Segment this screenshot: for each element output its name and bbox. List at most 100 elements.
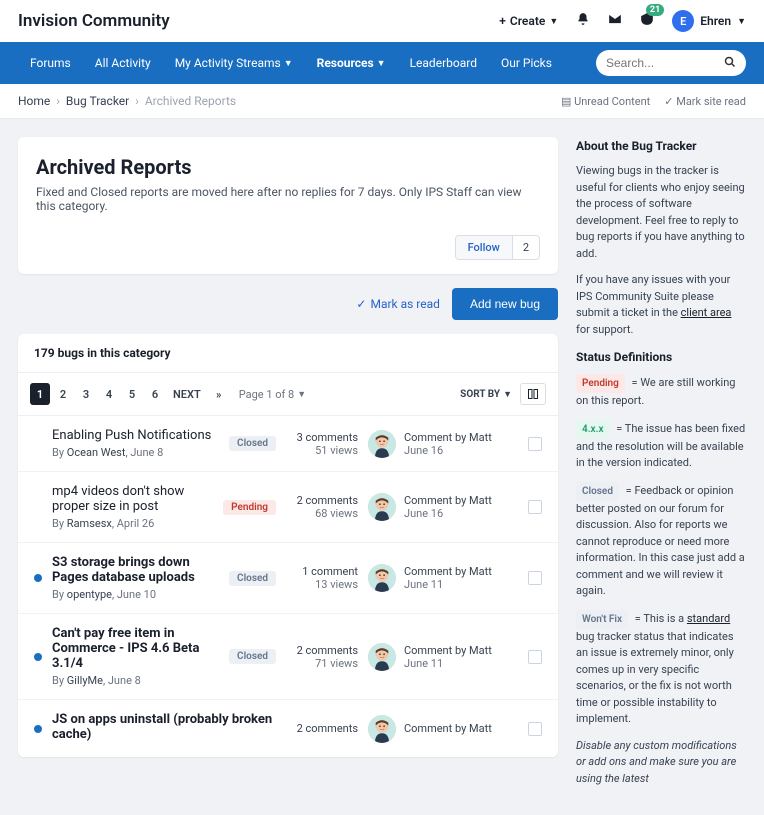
last-comment: Comment by Matt [404, 722, 492, 735]
bug-row[interactable]: mp4 videos don't show proper size in pos… [18, 472, 558, 543]
follow-count: 2 [512, 236, 539, 259]
sidebar-status-title: Status Definitions [576, 348, 746, 366]
standard-link[interactable]: standard [687, 612, 730, 625]
status-def: 4.x.x = The issue has been fixed and the… [576, 420, 746, 472]
list-header: 179 bugs in this category [18, 334, 558, 373]
user-avatar: E [672, 10, 694, 32]
bug-row[interactable]: S3 storage brings down Pages database up… [18, 543, 558, 614]
mail-icon[interactable] [608, 12, 622, 30]
nav-my-activity-streams[interactable]: My Activity Streams▼ [163, 42, 305, 84]
status-pill: Closed [229, 571, 276, 586]
last-comment: Comment by MattJune 11 [404, 644, 492, 670]
sidebar-note: Disable any custom modifications or add … [576, 738, 746, 788]
unread-content-link[interactable]: ▤ Unread Content [561, 95, 650, 108]
mark-as-read-button[interactable]: ✓ Mark as read [356, 297, 440, 311]
page-6[interactable]: 6 [145, 383, 165, 405]
status-pill: Closed [229, 649, 276, 664]
mark-site-read-link[interactable]: ✓ Mark site read [664, 95, 746, 108]
caret-down-icon: ▼ [737, 16, 746, 27]
add-new-bug-button[interactable]: Add new bug [452, 288, 558, 320]
notif-badge: 21 [646, 4, 664, 16]
nav-leaderboard[interactable]: Leaderboard [398, 42, 489, 84]
page-3[interactable]: 3 [76, 383, 96, 405]
status-def: Closed = Feedback or opinion better post… [576, 482, 746, 600]
status-def: Won't Fix = This is a standard bug track… [576, 610, 746, 728]
commenter-avatar[interactable] [368, 564, 396, 592]
pagination: 123456NEXT» [30, 383, 229, 405]
commenter-avatar[interactable] [368, 715, 396, 743]
create-label: Create [510, 14, 545, 28]
reports-icon[interactable]: 21 [640, 12, 654, 30]
row-checkbox[interactable] [528, 500, 542, 514]
bell-icon[interactable] [576, 12, 590, 30]
sidebar-about-title: About the Bug Tracker [576, 137, 746, 155]
page-1[interactable]: 1 [30, 383, 50, 405]
status-pill: Pending [223, 500, 276, 515]
bug-title[interactable]: mp4 videos don't show proper size in pos… [52, 484, 213, 514]
sidebar-text: Viewing bugs in the tracker is useful fo… [576, 163, 746, 262]
search-wrap [596, 50, 746, 76]
follow-button[interactable]: Follow 2 [455, 235, 540, 260]
row-checkbox[interactable] [528, 722, 542, 736]
unread-dot [34, 574, 42, 582]
bug-meta: By Ocean West, June 8 [52, 446, 219, 459]
brand[interactable]: Invision Community [18, 11, 170, 31]
bug-title[interactable]: Can't pay free item in Commerce - IPS 4.… [52, 626, 219, 671]
sidebar-text: If you have any issues with your IPS Com… [576, 272, 746, 338]
unread-dot [34, 653, 42, 661]
page-desc: Fixed and Closed reports are moved here … [36, 185, 540, 213]
bug-stats: 1 comment13 views [286, 565, 358, 591]
page-next[interactable]: NEXT [168, 383, 206, 405]
create-button[interactable]: + Create ▼ [499, 14, 558, 28]
commenter-avatar[interactable] [368, 430, 396, 458]
bug-row[interactable]: Can't pay free item in Commerce - IPS 4.… [18, 614, 558, 700]
breadcrumb: Home›Bug Tracker›Archived Reports [18, 94, 236, 108]
page-2[interactable]: 2 [53, 383, 73, 405]
crumb-link[interactable]: Home [18, 94, 50, 108]
commenter-avatar[interactable] [368, 493, 396, 521]
unread-dot [34, 503, 42, 511]
crumb-current: Archived Reports [145, 94, 236, 108]
bug-meta: By Ramsesx, April 26 [52, 517, 213, 530]
commenter-avatar[interactable] [368, 643, 396, 671]
bug-title[interactable]: JS on apps uninstall (probably broken ca… [52, 712, 276, 742]
unread-dot [34, 725, 42, 733]
bug-stats: 2 comments71 views [286, 644, 358, 670]
follow-label: Follow [456, 236, 512, 259]
sort-by-button[interactable]: SORT BY ▼ [460, 389, 512, 400]
row-checkbox[interactable] [528, 650, 542, 664]
bug-row[interactable]: Enabling Push Notifications By Ocean West… [18, 416, 558, 472]
bug-stats: 2 comments [286, 722, 358, 735]
row-checkbox[interactable] [528, 571, 542, 585]
last-comment: Comment by MattJune 11 [404, 565, 492, 591]
page-of-selector[interactable]: Page 1 of 8 ▼ [239, 388, 306, 401]
crumb-link[interactable]: Bug Tracker [66, 94, 129, 108]
user-menu[interactable]: E Ehren ▼ [672, 10, 746, 32]
nav-resources[interactable]: Resources▼ [305, 42, 398, 84]
view-toggle-button[interactable] [520, 383, 546, 405]
bug-title[interactable]: S3 storage brings down Pages database up… [52, 555, 219, 585]
client-area-link[interactable]: client area [681, 306, 732, 319]
user-name: Ehren [700, 14, 731, 28]
page-4[interactable]: 4 [99, 383, 119, 405]
nav-forums[interactable]: Forums [18, 42, 83, 84]
unread-dot [34, 440, 42, 448]
page-5[interactable]: 5 [122, 383, 142, 405]
bug-stats: 3 comments51 views [286, 431, 358, 457]
status-pill: Closed [229, 436, 276, 451]
nav-our-picks[interactable]: Our Picks [489, 42, 564, 84]
bug-stats: 2 comments68 views [286, 494, 358, 520]
bug-title[interactable]: Enabling Push Notifications [52, 428, 219, 443]
search-icon[interactable] [724, 56, 736, 72]
page-title: Archived Reports [36, 155, 540, 179]
caret-down-icon: ▼ [549, 16, 558, 27]
bug-meta: By opentype, June 10 [52, 588, 219, 601]
row-checkbox[interactable] [528, 437, 542, 451]
status-def: Pending = We are still working on this r… [576, 374, 746, 410]
last-comment: Comment by MattJune 16 [404, 494, 492, 520]
last-comment: Comment by MattJune 16 [404, 431, 492, 457]
page-last[interactable]: » [209, 383, 229, 405]
nav-all-activity[interactable]: All Activity [83, 42, 163, 84]
bug-row[interactable]: JS on apps uninstall (probably broken ca… [18, 700, 558, 757]
bug-meta: By GillyMe, June 8 [52, 674, 219, 687]
